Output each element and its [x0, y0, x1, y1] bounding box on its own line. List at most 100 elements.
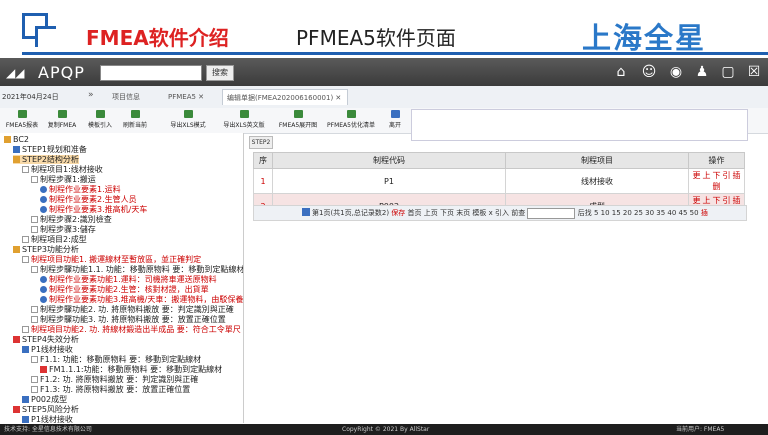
tab-edit-document[interactable]: 编辑单据(FMEA202006160001) ✕: [222, 89, 348, 105]
home-icon[interactable]: ⌂: [612, 63, 630, 81]
tree-node[interactable]: 制程作业要素3.推高机/天车: [40, 205, 147, 214]
page-size-options[interactable]: 后找 5 10 15 20 25 30 35 40 45 50: [578, 209, 699, 217]
tree-node[interactable]: STEP4失效分析: [13, 335, 79, 344]
info-panel: [411, 109, 748, 141]
tree-node[interactable]: STEP3功能分析: [13, 245, 79, 254]
tree-node[interactable]: P1线材接收: [22, 415, 73, 423]
edit-link[interactable]: 更: [693, 171, 701, 180]
export-xls-english-button[interactable]: 导出XLS英文版: [214, 110, 274, 129]
delete-link[interactable]: 删: [713, 182, 721, 191]
expand-icon: [31, 216, 38, 223]
folder-icon: [13, 156, 20, 163]
tree-node[interactable]: 制程作业要素1.运料: [40, 185, 121, 194]
users-icon[interactable]: ☺: [640, 63, 658, 81]
list-icon: [346, 110, 356, 118]
tree-node[interactable]: F1.2: 功. 將原物料搬放 要：判定識別與正確: [31, 375, 198, 384]
tree-node[interactable]: FM1.1.1:功能：移動原物料 要：移動到定點線材: [40, 365, 222, 374]
tab-pfmea5[interactable]: PFMEA5 ✕: [164, 89, 212, 105]
tree-node[interactable]: 制程项目1:线材接收: [22, 165, 103, 174]
tree-node[interactable]: F1.1: 功能：移動原物料 要：移動到定點線材: [31, 355, 201, 364]
save-link[interactable]: 保存: [391, 209, 405, 217]
page-icon: [302, 208, 310, 216]
tree-node-label: F1.1: 功能：移動原物料 要：移動到定點線材: [40, 355, 202, 364]
expand-icon: [31, 226, 38, 233]
tree-node[interactable]: F1.3: 功. 將原物料搬放 要：放置正確位置: [31, 385, 190, 394]
step-tab[interactable]: STEP2: [249, 136, 273, 149]
insert-link[interactable]: 插: [733, 196, 741, 205]
tree-node[interactable]: STEP2结构分析: [13, 155, 79, 164]
pagination-bar: 第1页(共1页,总记录数2) 保存 首页 上页 下页 末页 模板 x 引入 前查…: [253, 205, 747, 221]
fmea5-expand-button[interactable]: FMEA5展开图: [272, 110, 324, 129]
import-link[interactable]: 引: [723, 171, 731, 180]
tree-node[interactable]: BC2: [4, 135, 29, 144]
column-header: 制程项目: [505, 152, 689, 169]
tree-node[interactable]: 制程项目功能1. 搬運線材至暫放區，並正確判定: [22, 255, 201, 264]
tree-node[interactable]: 制程步骤2:識別檢查: [31, 215, 112, 224]
tab-project-info[interactable]: 项目信息: [108, 89, 158, 105]
window-icon[interactable]: ▢: [719, 63, 737, 81]
slide-title: PFMEA5软件页面: [296, 26, 456, 50]
app-logo: APQP: [38, 63, 85, 82]
search-input[interactable]: [100, 65, 202, 81]
refresh-button[interactable]: 刷新当前: [113, 110, 157, 129]
chart-icon: [293, 110, 303, 118]
tree-node[interactable]: 制程項目2:成型: [22, 235, 87, 244]
tree-node[interactable]: 制程步驟功能3. 功. 將原物料搬放 要：放置正確位置: [31, 315, 226, 324]
tree-node[interactable]: 制程作业要素2.生管人员: [40, 195, 137, 204]
refresh-icon: [130, 110, 140, 118]
move-down-link[interactable]: 下: [713, 171, 721, 180]
expand-icon: [31, 316, 38, 323]
footer-bar: 技术支持: 全星信息技术有限公司 CopyRight © 2021 By All…: [0, 424, 768, 435]
globe-icon[interactable]: ◉: [667, 63, 685, 81]
tree-node[interactable]: 制程步骤3:儲存: [31, 225, 96, 234]
user-icon[interactable]: ♟: [693, 63, 711, 81]
tree-node[interactable]: 制程作业要素功能3.堆高機/天車：搬運物料，由駁保養: [40, 295, 243, 304]
page-search-input[interactable]: [527, 207, 576, 219]
tree-node[interactable]: 制程項目功能2. 功. 將線材鍛造出半成品 要：符合工令單尺: [22, 325, 241, 334]
tree-node[interactable]: P1线材接收: [22, 345, 73, 354]
pager-nav[interactable]: 首页 上页 下页 末页 模板 x 引入 前查: [408, 209, 526, 217]
export-xls-button[interactable]: 导出XLS模式: [160, 110, 216, 129]
row-number: 1: [253, 168, 273, 194]
tree-node-label: FM1.1.1:功能：移動原物料 要：移動到定點線材: [49, 365, 223, 374]
edit-link[interactable]: 更: [693, 196, 701, 205]
tree-node-label: 制程項目2:成型: [31, 235, 87, 244]
tree-node[interactable]: 制程作业要素功能1.運料：司機將車運送原物料: [40, 275, 217, 284]
import-link[interactable]: 引: [723, 196, 731, 205]
row-actions: 更上下引插删: [688, 168, 745, 194]
table-row[interactable]: 1 P1 线材接收 更上下引插删: [253, 168, 745, 194]
insert-link[interactable]: 插: [701, 209, 708, 217]
tree-node-label: STEP2结构分析: [22, 155, 79, 164]
expand-icon: [31, 306, 38, 313]
move-down-link[interactable]: 下: [713, 196, 721, 205]
folder-icon: [4, 136, 11, 143]
slide-divider: [22, 52, 768, 55]
exit-icon: [390, 110, 400, 118]
tree-node[interactable]: 制程步驟功能1.1. 功能：移動原物料 要：移動到定點線材: [31, 265, 243, 274]
tree-node[interactable]: 制程步骤1:搬运: [31, 175, 96, 184]
search-button[interactable]: 搜索: [206, 65, 234, 81]
tree-node[interactable]: 制程作业要素功能2.生管：核對材證，出貨單: [40, 285, 209, 294]
tree-node-label: STEP3功能分析: [22, 245, 79, 254]
person-icon: [40, 286, 47, 293]
pfmea5-optimize-button[interactable]: PFMEA5优化清单: [320, 110, 382, 129]
move-up-link[interactable]: 上: [703, 196, 711, 205]
move-up-link[interactable]: 上: [703, 171, 711, 180]
fmea5-report-button[interactable]: FMEA5报表: [0, 110, 44, 129]
person-icon: [40, 196, 47, 203]
close-icon[interactable]: ☒: [745, 63, 763, 81]
insert-link[interactable]: 插: [733, 171, 741, 180]
chevron-right-icon[interactable]: »: [88, 90, 94, 100]
excel-icon: [239, 110, 249, 118]
node-icon: [22, 346, 29, 353]
structure-tree[interactable]: BC2 STEP1规划和准备 STEP2结构分析 制程项目1:线材接收 制程步骤1:搬运…: [0, 133, 244, 423]
tree-node-label: 制程项目1:线材接收: [31, 165, 103, 174]
tree-node-label: 制程作业要素3.推高机/天车: [49, 205, 148, 214]
tree-node[interactable]: 制程步驟功能2. 功. 將原物料搬放 要：判定識別與正確: [31, 305, 234, 314]
tree-node[interactable]: P002成型: [22, 395, 67, 404]
leave-button[interactable]: 离开: [382, 110, 408, 129]
tree-node[interactable]: STEP1规划和准备: [13, 145, 87, 154]
footer-support: 技术支持: 全星信息技术有限公司: [4, 426, 92, 433]
person-icon: [40, 206, 47, 213]
tree-node[interactable]: STEP5风险分析: [13, 405, 79, 414]
